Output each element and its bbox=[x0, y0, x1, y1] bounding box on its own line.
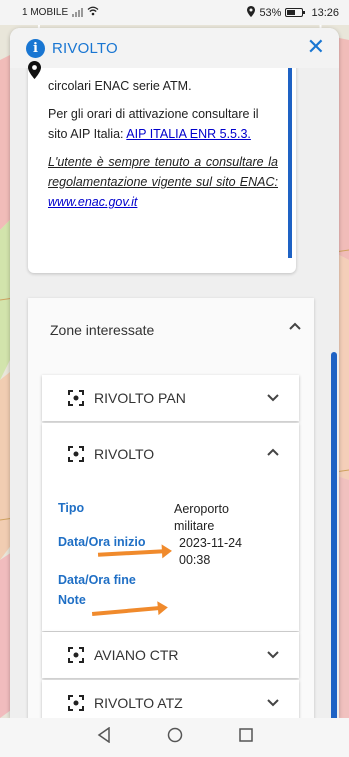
chevron-down-icon[interactable] bbox=[265, 694, 281, 710]
enac-link[interactable]: www.enac.gov.it bbox=[48, 195, 137, 209]
notes-line-3: L'utente è sempre tenuto a consultare la… bbox=[48, 152, 278, 212]
zone-item-label: RIVOLTO PAN bbox=[94, 390, 186, 406]
panel-title: RIVOLTO bbox=[52, 39, 118, 57]
center-focus-icon bbox=[68, 647, 84, 663]
inizio-label: Data/Ora inizio bbox=[58, 535, 146, 549]
location-icon bbox=[247, 5, 256, 20]
panel-header: i RIVOLTO ✕ bbox=[10, 28, 339, 68]
notes-text: circolari ENAC serie ATM. Per gli orari … bbox=[28, 68, 292, 258]
zones-card: Zone interessate RIVOLTO PAN RIVOLTO Tip… bbox=[28, 298, 314, 718]
info-icon: i bbox=[26, 38, 45, 58]
wifi-icon bbox=[87, 6, 99, 19]
zones-header[interactable]: Zone interessate bbox=[50, 310, 300, 350]
center-focus-icon bbox=[68, 446, 84, 462]
zones-title: Zone interessate bbox=[50, 322, 155, 338]
fine-label: Data/Ora fine bbox=[58, 573, 136, 587]
close-icon[interactable]: ✕ bbox=[307, 36, 325, 58]
inizio-value: 2023-11-24 00:38 bbox=[179, 536, 243, 567]
scrollbar[interactable] bbox=[331, 352, 337, 718]
navigation-bar bbox=[0, 718, 349, 757]
zone-item-rivolto-atz[interactable]: RIVOLTO ATZ bbox=[42, 680, 299, 718]
status-bar: 1 MOBILE 53% 13:26 bbox=[0, 0, 349, 25]
zone-item-label: RIVOLTO bbox=[94, 446, 155, 462]
clock: 13:26 bbox=[311, 6, 339, 19]
chevron-down-icon[interactable] bbox=[265, 646, 281, 662]
zone-item-rivolto[interactable]: RIVOLTO Tipo Aeroporto militare Data/Ora… bbox=[42, 423, 299, 631]
home-icon[interactable] bbox=[167, 727, 183, 748]
zone-item-rivolto-pan[interactable]: RIVOLTO PAN bbox=[42, 375, 299, 421]
info-panel: i RIVOLTO ✕ circolari ENAC serie ATM. Pe… bbox=[10, 28, 339, 718]
zone-item-label: RIVOLTO ATZ bbox=[94, 695, 183, 711]
zone-item-label: AVIANO CTR bbox=[94, 647, 179, 663]
panel-body[interactable]: circolari ENAC serie ATM. Per gli orari … bbox=[10, 68, 339, 718]
notes-line-2: Per gli orari di attivazione consultare … bbox=[48, 104, 278, 144]
tipo-label: Tipo bbox=[58, 501, 85, 515]
zone-item-aviano-ctr[interactable]: AVIANO CTR bbox=[42, 632, 299, 678]
note-label: Note bbox=[58, 593, 86, 607]
chevron-up-icon[interactable] bbox=[288, 320, 302, 334]
aip-link[interactable]: AIP ITALIA ENR 5.5.3. bbox=[126, 127, 251, 141]
battery-percent: 53% bbox=[259, 6, 282, 19]
recents-icon[interactable] bbox=[238, 728, 253, 747]
carrier-label: 1 MOBILE bbox=[22, 7, 69, 18]
back-icon[interactable] bbox=[97, 726, 111, 748]
battery-icon bbox=[285, 8, 306, 17]
signal-icon bbox=[72, 8, 84, 17]
center-focus-icon bbox=[68, 695, 84, 711]
tipo-value: Aeroporto militare bbox=[174, 502, 229, 533]
chevron-up-icon[interactable] bbox=[265, 445, 281, 461]
center-focus-icon bbox=[68, 390, 84, 406]
zone-detail: Tipo Aeroporto militare Data/Ora inizio … bbox=[42, 485, 299, 631]
chevron-down-icon[interactable] bbox=[265, 389, 281, 405]
annotation-arrow bbox=[91, 606, 161, 616]
notes-card: circolari ENAC serie ATM. Per gli orari … bbox=[28, 68, 296, 273]
notes-line-1: circolari ENAC serie ATM. bbox=[48, 79, 192, 93]
annotation-arrow bbox=[97, 549, 165, 557]
notes-line-3-text: L'utente è sempre tenuto a consultare la… bbox=[48, 155, 278, 189]
map-pin-icon bbox=[28, 61, 41, 84]
